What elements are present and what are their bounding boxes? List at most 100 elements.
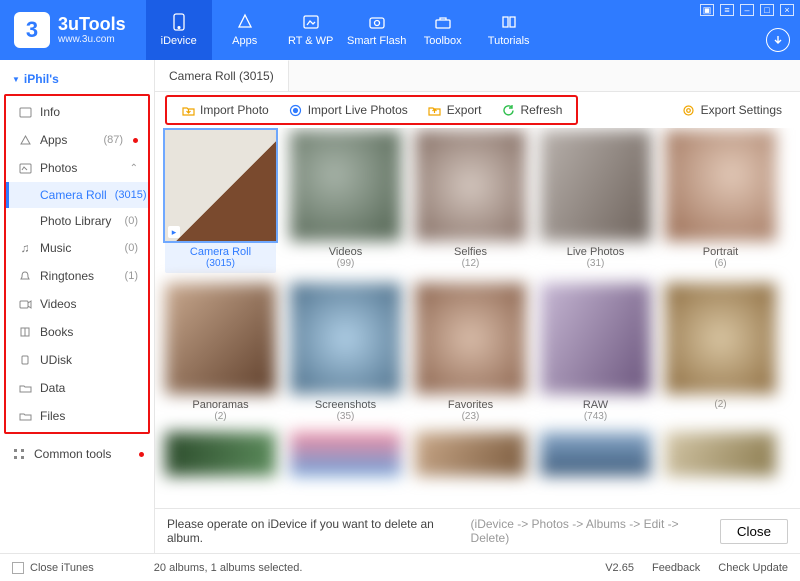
album-thumbnail — [540, 432, 651, 476]
device-name[interactable]: ▼ iPhil's — [0, 66, 154, 92]
album-item[interactable]: Favorites(23) — [415, 283, 526, 422]
nav-smartflash[interactable]: Smart Flash — [344, 0, 410, 60]
win-close-icon[interactable]: × — [780, 4, 794, 16]
version-label: V2.65 — [605, 562, 634, 574]
nav-label: Apps — [232, 35, 257, 47]
import-live-button[interactable]: Import Live Photos — [281, 100, 416, 120]
album-item[interactable]: Videos(99) — [290, 130, 401, 273]
close-itunes-checkbox[interactable] — [12, 562, 24, 574]
nav-label: Toolbox — [424, 35, 462, 47]
album-item[interactable] — [665, 432, 776, 476]
selection-status: 20 albums, 1 albums selected. — [154, 562, 303, 574]
album-item[interactable]: Portrait(6) — [665, 130, 776, 273]
album-item[interactable]: (2) — [665, 283, 776, 422]
win-minimize-icon[interactable]: – — [740, 4, 754, 16]
sidebar-item-camera-roll[interactable]: Camera Roll (3015) — [6, 182, 148, 208]
album-count: (23) — [462, 411, 480, 422]
album-item[interactable]: RAW(743) — [540, 283, 651, 422]
album-item[interactable]: Panoramas(2) — [165, 283, 276, 422]
tab-bar: Camera Roll (3015) — [155, 60, 800, 92]
album-item[interactable]: Selfies(12) — [415, 130, 526, 273]
sidebar-item-common-tools[interactable]: Common tools — [0, 440, 154, 468]
album-name: Panoramas — [192, 399, 248, 411]
sidebar: ▼ iPhil's Info Apps (87) Photos ⌃ Camera… — [0, 60, 155, 553]
sidebar-item-photo-library[interactable]: Photo Library (0) — [6, 208, 148, 234]
album-thumbnail — [665, 130, 776, 241]
brand: 3 3uTools www.3u.com — [0, 0, 140, 60]
live-icon — [289, 103, 303, 117]
tab-camera-roll[interactable]: Camera Roll (3015) — [155, 60, 289, 91]
album-thumbnail — [415, 432, 526, 476]
nav-rtwp[interactable]: RT & WP — [278, 0, 344, 60]
apps-side-icon — [18, 133, 32, 147]
sidebar-item-books[interactable]: Books — [6, 318, 148, 346]
gear-icon — [682, 103, 696, 117]
info-icon — [18, 105, 32, 119]
album-grid[interactable]: ▸Camera Roll(3015)Videos(99)Selfies(12)L… — [155, 128, 800, 508]
win-skin-icon[interactable]: ▣ — [700, 4, 714, 16]
toolbox-icon — [434, 13, 452, 31]
check-update-link[interactable]: Check Update — [718, 562, 788, 574]
sidebar-item-ringtones[interactable]: Ringtones (1) — [6, 262, 148, 290]
download-button[interactable] — [766, 28, 790, 52]
album-item[interactable] — [165, 432, 276, 476]
close-message-button[interactable]: Close — [720, 519, 788, 544]
nav-label: Smart Flash — [347, 35, 406, 47]
chevron-up-icon: ⌃ — [130, 163, 138, 174]
window-controls: ▣ ≡ – □ × — [700, 4, 794, 16]
nav-apps[interactable]: Apps — [212, 0, 278, 60]
apps-icon — [236, 13, 254, 31]
sidebar-item-files[interactable]: Files — [6, 402, 148, 430]
export-settings-button[interactable]: Export Settings — [674, 100, 790, 120]
sidebar-item-data[interactable]: Data — [6, 374, 148, 402]
album-thumbnail — [415, 130, 526, 241]
grid-icon — [12, 447, 26, 461]
nav-idevice[interactable]: iDevice — [146, 0, 212, 60]
export-button[interactable]: Export — [420, 100, 490, 120]
album-item[interactable] — [290, 432, 401, 476]
album-item[interactable] — [415, 432, 526, 476]
album-name: Favorites — [448, 399, 493, 411]
album-count: (2) — [714, 399, 726, 410]
brand-logo-icon: 3 — [14, 12, 50, 48]
refresh-button[interactable]: Refresh — [493, 100, 570, 120]
sidebar-item-udisk[interactable]: UDisk — [6, 346, 148, 374]
toolbar-highlight-box: Import Photo Import Live Photos Export R… — [165, 95, 578, 125]
chevron-down-icon: ▼ — [12, 75, 20, 84]
album-item[interactable]: ▸Camera Roll(3015) — [165, 130, 276, 273]
export-icon — [428, 103, 442, 117]
win-menu-icon[interactable]: ≡ — [720, 4, 734, 16]
album-count: (2) — [214, 411, 226, 422]
album-item[interactable]: Live Photos(31) — [540, 130, 651, 273]
album-count: (12) — [462, 258, 480, 269]
album-thumbnail — [415, 283, 526, 394]
message-text: Please operate on iDevice if you want to… — [167, 517, 463, 545]
nav-tutorials[interactable]: Tutorials — [476, 0, 542, 60]
album-thumbnail — [165, 432, 276, 476]
sidebar-item-info[interactable]: Info — [6, 98, 148, 126]
sidebar-item-music[interactable]: ♫ Music (0) — [6, 234, 148, 262]
album-item[interactable]: Screenshots(35) — [290, 283, 401, 422]
album-count: (3015) — [206, 258, 235, 269]
sidebar-item-videos[interactable]: Videos — [6, 290, 148, 318]
album-thumbnail — [665, 432, 776, 476]
nav-label: RT & WP — [288, 35, 333, 47]
nav-tabs: iDevice Apps RT & WP Smart Flash Toolbox — [146, 0, 542, 60]
feedback-link[interactable]: Feedback — [652, 562, 700, 574]
sidebar-item-photos[interactable]: Photos ⌃ — [6, 154, 148, 182]
camera-icon — [368, 13, 386, 31]
import-icon — [181, 103, 195, 117]
refresh-icon — [501, 103, 515, 117]
import-photo-button[interactable]: Import Photo — [173, 100, 277, 120]
sidebar-item-apps[interactable]: Apps (87) — [6, 126, 148, 154]
nav-label: iDevice — [161, 35, 197, 47]
notification-dot-icon — [133, 138, 138, 143]
album-name: Selfies — [454, 246, 487, 258]
folder-icon — [18, 381, 32, 395]
win-maximize-icon[interactable]: □ — [760, 4, 774, 16]
album-name: RAW — [583, 399, 608, 411]
phone-icon — [170, 13, 188, 31]
nav-toolbox[interactable]: Toolbox — [410, 0, 476, 60]
album-item[interactable] — [540, 432, 651, 476]
folder-icon — [18, 409, 32, 423]
